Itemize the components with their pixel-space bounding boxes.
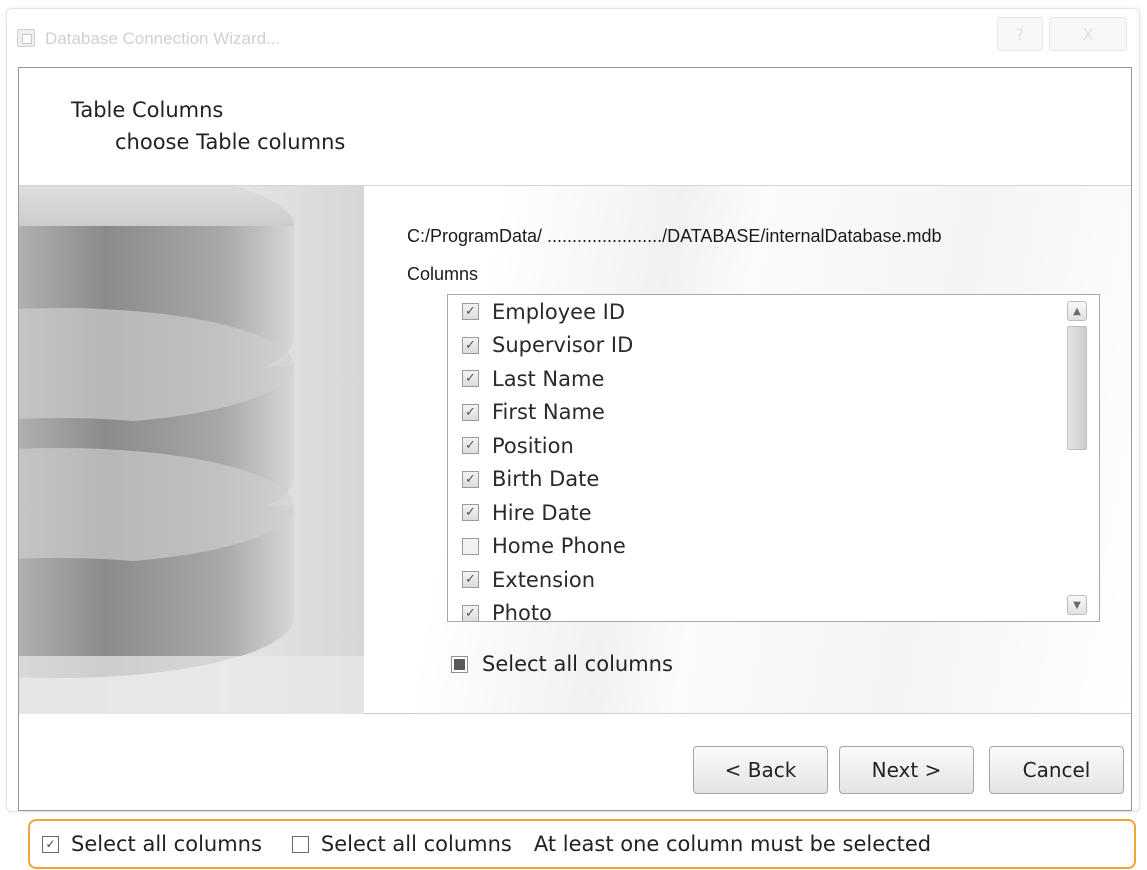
- column-label: Employee ID: [492, 299, 626, 324]
- arrow-up-icon[interactable]: ▲: [1067, 301, 1087, 321]
- columns-label: Columns: [407, 264, 479, 284]
- legend-unchecked-label: Select all columns: [320, 832, 512, 856]
- help-button[interactable]: ?: [997, 17, 1043, 51]
- wizard-header: Table Columns choose Table columns: [19, 68, 1131, 186]
- checkbox-legend: ✓ Select all columns Select all columns …: [28, 819, 1136, 869]
- checked-checkbox-icon[interactable]: ✓: [462, 571, 479, 589]
- legend-checked-label: Select all columns: [71, 832, 262, 856]
- title-bar[interactable]: Database Connection Wizard... ? X: [7, 9, 1139, 65]
- column-label: Hire Date: [492, 500, 592, 525]
- column-item[interactable]: ✓ Photo: [448, 597, 1058, 622]
- column-label: First Name: [492, 400, 605, 425]
- wizard-content: Table Columns choose Table columns C:/Pr…: [18, 67, 1132, 811]
- columns-list: ✓ Employee ID ✓ Supervisor ID ✓ Last Name ✓ Fir…: [448, 295, 1058, 622]
- columns-listbox[interactable]: ✓ Employee ID ✓ Supervisor ID ✓ Last Name ✓ Fir…: [447, 294, 1100, 622]
- select-all-checkbox[interactable]: [451, 655, 468, 673]
- column-label: Home Phone: [492, 534, 626, 559]
- column-item[interactable]: ✓ Position: [448, 429, 1058, 463]
- window-title: Database Connection Wizard...: [45, 29, 281, 48]
- app-icon: [17, 29, 35, 47]
- column-label: Extension: [492, 567, 596, 592]
- column-item[interactable]: ✓ Supervisor ID: [448, 329, 1058, 363]
- wizard-window: Database Connection Wizard... ? X Table …: [6, 8, 1140, 812]
- column-item[interactable]: ✓ Extension: [448, 563, 1058, 597]
- page-subtitle: choose Table columns: [115, 130, 346, 154]
- legend-item-unchecked: Select all columns: [291, 832, 512, 856]
- column-item[interactable]: ✓ Hire Date: [448, 496, 1058, 530]
- checked-checkbox-icon[interactable]: ✓: [462, 403, 479, 421]
- column-label: Position: [492, 433, 574, 458]
- legend-item-checked: ✓ Select all columns: [42, 832, 262, 856]
- column-label: Birth Date: [492, 467, 600, 492]
- column-label: Photo: [492, 601, 552, 622]
- checked-checkbox-icon: ✓: [42, 835, 59, 853]
- next-button[interactable]: Next >: [839, 746, 974, 794]
- unchecked-checkbox-icon: [291, 835, 309, 853]
- page-title: Table Columns: [71, 98, 224, 122]
- column-item[interactable]: ✓ Employee ID: [448, 295, 1058, 329]
- column-item[interactable]: Home Phone: [448, 530, 1058, 564]
- close-button[interactable]: X: [1049, 17, 1127, 51]
- wizard-footer: < Back Next > Cancel: [19, 714, 1131, 810]
- cancel-button[interactable]: Cancel: [989, 746, 1124, 794]
- checked-checkbox-icon[interactable]: ✓: [462, 370, 479, 388]
- column-label: Supervisor ID: [492, 333, 634, 358]
- arrow-down-icon[interactable]: ▼: [1067, 595, 1087, 615]
- checked-checkbox-icon[interactable]: ✓: [462, 604, 479, 621]
- checked-checkbox-icon[interactable]: ✓: [462, 470, 479, 488]
- checked-checkbox-icon[interactable]: ✓: [462, 504, 479, 522]
- wizard-body: C:/ProgramData/ ......................./…: [19, 186, 1131, 714]
- vertical-scrollbar[interactable]: ▲ ▼: [1057, 295, 1099, 621]
- back-button[interactable]: < Back: [693, 746, 828, 794]
- column-item[interactable]: ✓ First Name: [448, 396, 1058, 430]
- database-path: C:/ProgramData/ ......................./…: [407, 226, 942, 246]
- select-all-row[interactable]: Select all columns: [451, 652, 673, 676]
- legend-note: At least one column must be selected: [533, 832, 932, 856]
- scrollbar-thumb[interactable]: [1067, 326, 1087, 450]
- column-item[interactable]: ✓ Birth Date: [448, 463, 1058, 497]
- checked-checkbox-icon[interactable]: ✓: [462, 437, 479, 455]
- column-item[interactable]: ✓ Last Name: [448, 362, 1058, 396]
- database-cylinder-icon: [19, 186, 364, 714]
- checked-checkbox-icon[interactable]: ✓: [462, 303, 479, 321]
- unchecked-checkbox-icon[interactable]: [462, 537, 479, 555]
- select-all-label: Select all columns: [482, 652, 673, 676]
- column-label: Last Name: [492, 366, 605, 391]
- checked-checkbox-icon[interactable]: ✓: [462, 336, 479, 354]
